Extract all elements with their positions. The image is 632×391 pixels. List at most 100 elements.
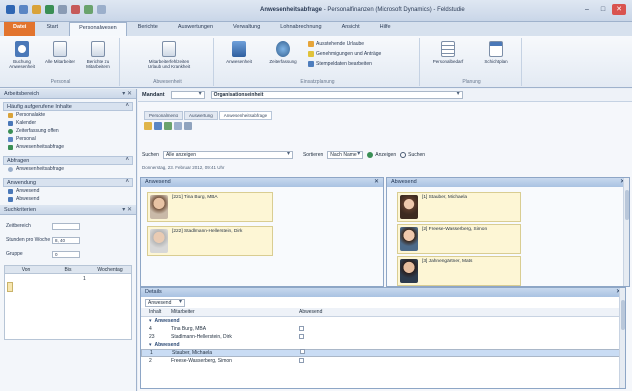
org-unit-select[interactable]: Organisationseinheit: [210, 91, 463, 99]
column-mitarbeiter[interactable]: Mitarbeiter: [171, 309, 299, 315]
anzeigen-button[interactable]: Anzeigen: [367, 152, 396, 158]
employee-name: [221] Tina Burg, MBA: [172, 195, 218, 200]
pin-close-icon[interactable]: ▾ ✕: [122, 206, 132, 213]
app-icon[interactable]: [6, 5, 15, 14]
employee-name: [222] Stadlmann-Hellerstein, Dirk: [172, 229, 243, 234]
chevron-up-icon: ˄: [125, 157, 129, 163]
employee-card[interactable]: [222] Stadlmann-Hellerstein, Dirk: [147, 226, 273, 256]
group-row-abwesend[interactable]: ▾ Abwesend: [141, 341, 625, 349]
column-abwesend[interactable]: Abwesend: [299, 309, 339, 315]
alle-mitarbeiter-button[interactable]: Alle Mitarbeiter: [42, 41, 78, 64]
nav-item-kalender[interactable]: Kalender: [0, 119, 136, 127]
genehmigungen-link[interactable]: Genehmigungen und Anträge: [308, 51, 381, 57]
personalbedarf-button[interactable]: Personalbedarf: [426, 41, 470, 64]
row-inhalt: 4: [149, 326, 152, 332]
table-row[interactable]: 23 Stadlmann-Hellerstein, Dirk: [141, 333, 625, 341]
tab-file[interactable]: Datei: [4, 22, 36, 36]
anwesenheit-button[interactable]: Anwesenheit: [218, 41, 260, 64]
nav-item-anwesend[interactable]: Anwesend: [0, 187, 136, 195]
column-wochentag[interactable]: Wochentag: [89, 267, 131, 273]
fehlzeiten-button[interactable]: Mitarbeiterfehlzeiten Urlaub und Krankhei…: [130, 41, 208, 69]
mail-icon[interactable]: [71, 5, 80, 14]
tab-berichte[interactable]: Berichte: [129, 22, 167, 36]
abwesend-checkbox[interactable]: [299, 357, 304, 363]
table-row[interactable]: 4 Tina Burg, MBA: [141, 325, 625, 333]
employee-card[interactable]: [3] Jahnengärtner, Mats: [397, 256, 521, 286]
column-inhalt[interactable]: Inhalt: [149, 309, 171, 315]
stunden-input[interactable]: 8, 40: [52, 236, 80, 244]
tab-ansicht[interactable]: Ansicht: [333, 22, 369, 36]
tab-verwaltung[interactable]: Verwaltung: [224, 22, 269, 36]
save-icon[interactable]: [154, 122, 162, 130]
section-application[interactable]: Anwendung ˄: [3, 178, 133, 187]
nav-item-personal[interactable]: Personal: [0, 135, 136, 143]
details-filter-select[interactable]: Anwesend: [145, 299, 185, 307]
nav-item-zeiterfassung[interactable]: Zeiterfassung offen: [0, 127, 136, 135]
section-queries[interactable]: Abfragen ˄: [3, 156, 133, 165]
customize-icon[interactable]: [97, 5, 106, 14]
table-row-selected[interactable]: 1 Stauber, Michaela: [141, 349, 625, 357]
pin-close-icon[interactable]: ▾ ✕: [122, 90, 132, 97]
stempeldaten-link[interactable]: Stempeldaten bearbeiten: [308, 61, 372, 67]
query-icon: [8, 166, 13, 172]
berichte-mitarbeiter-button[interactable]: Berichte zu Mitarbeitern: [80, 41, 116, 69]
export-icon[interactable]: [184, 122, 192, 130]
nav-item-anwesenheitsabfrage[interactable]: Anwesenheitsabfrage: [0, 143, 136, 151]
group-row-anwesend[interactable]: ▾ Anwesend: [141, 317, 625, 325]
print-icon[interactable]: [58, 5, 67, 14]
tab-auswertungen[interactable]: Auswertungen: [169, 22, 222, 36]
filter-stunden: Stunden pro Woche 8, 40: [0, 235, 136, 245]
time-grid-header: Von Bis Wochentag: [4, 265, 132, 274]
ribbon-group-planung: Personalbedarf Schichtplan Planung: [422, 38, 522, 86]
abwesend-checkbox[interactable]: [299, 325, 304, 331]
doc-tab-auswertung[interactable]: Auswertung: [184, 111, 218, 120]
abwesend-checkbox[interactable]: [299, 333, 304, 339]
buchung-anwesenheit-button[interactable]: Buchung Anwesenheit: [4, 41, 40, 69]
details-scrollbar[interactable]: [619, 288, 625, 388]
absent-panel-scrollbar[interactable]: [623, 178, 629, 286]
sort-select[interactable]: Nach Name: [327, 151, 364, 159]
nav-item-personalakte[interactable]: Personalakte: [0, 111, 136, 119]
scrollbar-thumb[interactable]: [621, 300, 625, 330]
employee-card[interactable]: [1] Stauber, Michaela: [397, 192, 521, 222]
folder-icon[interactable]: [144, 122, 152, 130]
mandant-select[interactable]: [170, 91, 205, 99]
nav-item-label: Anwesenheitsabfrage: [16, 144, 65, 150]
refresh-icon[interactable]: [84, 5, 93, 14]
ausstehende-urlaube-link[interactable]: Ausstehende Urlaube: [308, 41, 364, 47]
tab-lohnabrechnung[interactable]: Lohnabrechnung: [271, 22, 330, 36]
zeitbereich-input[interactable]: [52, 222, 80, 230]
tab-personalwesen[interactable]: Personalwesen: [69, 22, 127, 36]
doc-tab-anwesenheitsabfrage[interactable]: Anwesenheitsabfrage: [218, 111, 273, 120]
employee-card[interactable]: [2] Freese-Wasserberg, Simon: [397, 224, 521, 254]
close-icon[interactable]: ✕: [374, 178, 379, 185]
section-title: Abfragen: [7, 158, 30, 164]
employee-card[interactable]: [221] Tina Burg, MBA: [147, 192, 273, 222]
time-grid[interactable]: 1: [4, 274, 132, 340]
zeiterfassung-button[interactable]: Zeiterfassung: [262, 41, 304, 64]
filter-icon[interactable]: [174, 122, 182, 130]
doc-tab-personalmenu[interactable]: Personalmenü: [144, 111, 184, 120]
close-button[interactable]: ✕: [612, 4, 626, 15]
nav-item-abwesend[interactable]: Abwesend: [0, 195, 136, 203]
column-von[interactable]: Von: [5, 267, 47, 273]
minimize-button[interactable]: –: [580, 4, 594, 15]
undo-icon[interactable]: [32, 5, 41, 14]
refresh-icon[interactable]: [164, 122, 172, 130]
table-row[interactable]: 2 Freese-Wasserberg, Simon: [141, 357, 625, 365]
abwesend-checkbox[interactable]: [300, 349, 305, 354]
maximize-button[interactable]: □: [596, 4, 610, 15]
gruppe-input[interactable]: 0: [52, 250, 80, 258]
save-icon[interactable]: [19, 5, 28, 14]
column-bis[interactable]: Bis: [47, 267, 89, 273]
schichtplan-button[interactable]: Schichtplan: [474, 41, 518, 64]
tab-hilfe[interactable]: Hilfe: [371, 22, 400, 36]
section-frequent[interactable]: Häufig aufgerufene Inhalte ˄: [3, 102, 133, 111]
suchen-button[interactable]: Suchen: [400, 152, 425, 158]
redo-icon[interactable]: [45, 5, 54, 14]
scrollbar-thumb[interactable]: [625, 190, 629, 220]
tab-start[interactable]: Start: [37, 22, 67, 36]
nav-item-query[interactable]: Anwesenheitsabfrage: [0, 165, 136, 173]
search-input[interactable]: Alle anzeigen: [162, 151, 293, 159]
play-icon: [367, 152, 374, 158]
